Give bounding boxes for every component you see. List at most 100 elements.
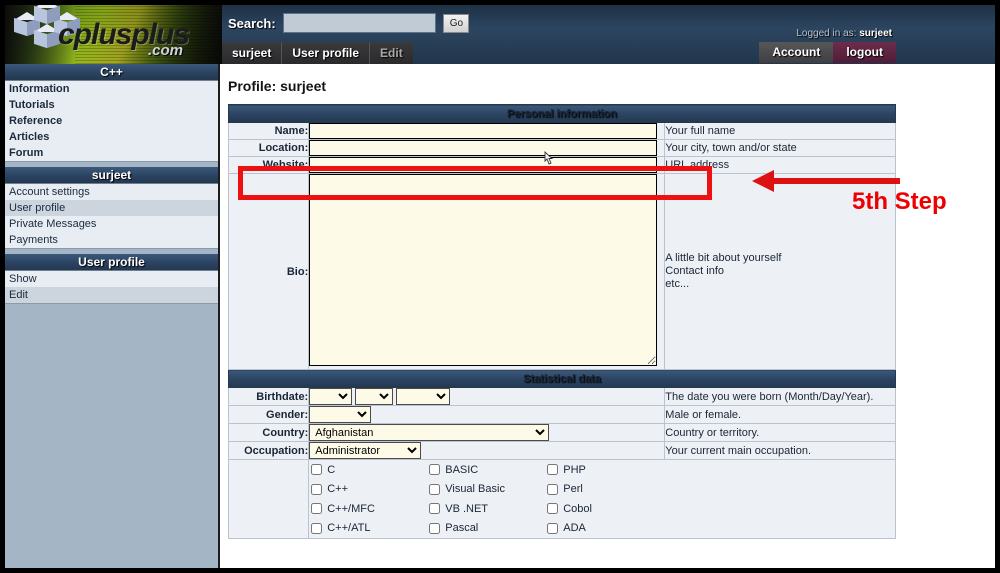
browser-page: cplusplus .com Search: Go Logged in as: …: [0, 0, 1000, 573]
list-item[interactable]: ADA: [545, 519, 663, 539]
lang-label: ADA: [563, 522, 586, 535]
list-item[interactable]: C++: [309, 480, 427, 500]
hint-bio-line2: Contact info: [665, 265, 724, 277]
cell-country-field: Afghanistan: [308, 423, 666, 442]
hint-occupation: Your current main occupation.: [664, 441, 896, 460]
sidebar-item-user-profile[interactable]: User profile: [5, 200, 218, 216]
list-item[interactable]: C++/ATL: [309, 519, 427, 539]
location-input[interactable]: [309, 140, 658, 156]
list-item[interactable]: PHP: [545, 460, 663, 480]
cell-name-field: [308, 122, 666, 140]
label-country: Country:: [227, 423, 310, 442]
name-input[interactable]: [309, 123, 658, 139]
country-select[interactable]: Afghanistan: [309, 424, 550, 441]
checkbox-lang-cpp-atl[interactable]: [311, 522, 323, 534]
birthdate-day-select[interactable]: [355, 388, 394, 405]
bio-textarea[interactable]: [309, 174, 658, 366]
sidebar-item-edit[interactable]: Edit: [5, 287, 218, 303]
birthdate-month-select[interactable]: [309, 388, 353, 405]
site-header: cplusplus .com Search: Go Logged in as: …: [0, 0, 1000, 64]
checkbox-lang-basic[interactable]: [429, 464, 441, 476]
checkbox-lang-cpp[interactable]: [311, 483, 323, 495]
checkbox-lang-cpp-mfc[interactable]: [311, 503, 323, 515]
logged-in-status: Logged in as: surjeet: [796, 28, 892, 39]
checkbox-lang-vb-net[interactable]: [429, 503, 441, 515]
lang-label: C: [327, 463, 336, 476]
breadcrumb: surjeet User profile Edit: [222, 42, 413, 64]
lang-label: Visual Basic: [445, 483, 505, 496]
breadcrumb-item-user-profile[interactable]: User profile: [282, 42, 371, 64]
search-label: Search:: [228, 15, 276, 31]
account-button[interactable]: Account: [759, 42, 834, 63]
cell-gender-field: [308, 405, 666, 424]
frame-edge-bottom: [0, 568, 1000, 573]
sidebar-item-payments[interactable]: Payments: [5, 232, 218, 248]
table-row: Birthdate: The date you were born (Month…: [227, 387, 896, 406]
logout-button[interactable]: logout: [833, 42, 896, 63]
list-item[interactable]: Visual Basic: [427, 480, 545, 500]
languages-column-3: PHP Perl Cobol ADA: [545, 460, 663, 538]
checkbox-lang-visual-basic[interactable]: [429, 483, 441, 495]
cell-bio-field: [308, 173, 666, 370]
label-languages-empty: [227, 459, 310, 539]
gender-select[interactable]: [309, 406, 372, 423]
lang-label: C++: [327, 483, 349, 496]
occupation-select[interactable]: Administrator: [309, 442, 422, 459]
checkbox-lang-ada[interactable]: [547, 522, 559, 534]
profile-form-table: Personal information Name: Your full nam…: [227, 104, 896, 539]
lang-label: VB .NET: [445, 502, 489, 515]
lang-label: C++/MFC: [327, 502, 375, 515]
list-item[interactable]: VB .NET: [427, 499, 545, 519]
sidebar-item-account-settings[interactable]: Account settings: [5, 184, 218, 200]
label-birthdate: Birthdate:: [227, 387, 310, 406]
frame-edge-top: [0, 0, 1000, 5]
sidebar-item-information[interactable]: Information: [5, 81, 218, 97]
sidebar-item-show[interactable]: Show: [5, 271, 218, 287]
birthdate-year-select[interactable]: [396, 388, 451, 405]
checkbox-lang-php[interactable]: [547, 464, 559, 476]
table-row: Personal information: [228, 104, 896, 123]
checkbox-lang-c[interactable]: [311, 464, 323, 476]
table-row: Statistical data: [228, 369, 896, 388]
list-item[interactable]: BASIC: [427, 460, 545, 480]
list-item[interactable]: C: [309, 460, 427, 480]
lang-label: C++/ATL: [327, 522, 371, 535]
logged-in-prefix: Logged in as:: [796, 28, 857, 39]
table-row: C C++ C++/MFC C++/ATL BASIC Visual Basic…: [227, 459, 896, 539]
lang-label: Cobol: [563, 502, 592, 515]
sidebar-item-tutorials[interactable]: Tutorials: [5, 97, 218, 113]
label-gender: Gender:: [227, 405, 310, 424]
sidebar-item-private-messages[interactable]: Private Messages: [5, 216, 218, 232]
annotation-step-label: 5th Step: [852, 188, 947, 215]
sidebar-item-forum[interactable]: Forum: [5, 145, 218, 161]
list-item[interactable]: Pascal: [427, 519, 545, 539]
sidebar-section-title-cpp: C++: [5, 64, 218, 81]
list-item[interactable]: C++/MFC: [309, 499, 427, 519]
table-row: Website: URL address: [227, 156, 896, 174]
site-logo[interactable]: cplusplus .com: [0, 0, 222, 64]
website-input[interactable]: [309, 157, 658, 173]
lang-label: BASIC: [445, 463, 479, 476]
checkbox-lang-perl[interactable]: [547, 483, 559, 495]
table-row: Gender: Male or female.: [227, 405, 896, 424]
checkbox-lang-pascal[interactable]: [429, 522, 441, 534]
account-tab-bar: Account logout: [759, 42, 896, 63]
sidebar-item-reference[interactable]: Reference: [5, 113, 218, 129]
hint-bio-line3: etc...: [665, 278, 690, 290]
search-input[interactable]: [282, 13, 436, 33]
search-area: Search: Go: [228, 13, 469, 33]
list-item[interactable]: Cobol: [545, 499, 663, 519]
annotation-arrow-line: [770, 178, 900, 184]
sidebar-item-articles[interactable]: Articles: [5, 129, 218, 145]
breadcrumb-item-user[interactable]: surjeet: [222, 42, 283, 64]
list-item[interactable]: Perl: [545, 480, 663, 500]
search-go-button[interactable]: Go: [442, 13, 469, 33]
mouse-cursor-icon: [544, 150, 554, 165]
cell-languages: C C++ C++/MFC C++/ATL BASIC Visual Basic…: [308, 459, 896, 539]
logged-in-username: surjeet: [859, 28, 892, 39]
sidebar-list-user: Account settings User profile Private Me…: [5, 184, 218, 249]
languages-column-2: BASIC Visual Basic VB .NET Pascal: [427, 460, 545, 538]
languages-column-1: C C++ C++/MFC C++/ATL: [309, 460, 427, 538]
sidebar: C++ Information Tutorials Reference Arti…: [5, 64, 220, 568]
checkbox-lang-cobol[interactable]: [547, 503, 559, 515]
